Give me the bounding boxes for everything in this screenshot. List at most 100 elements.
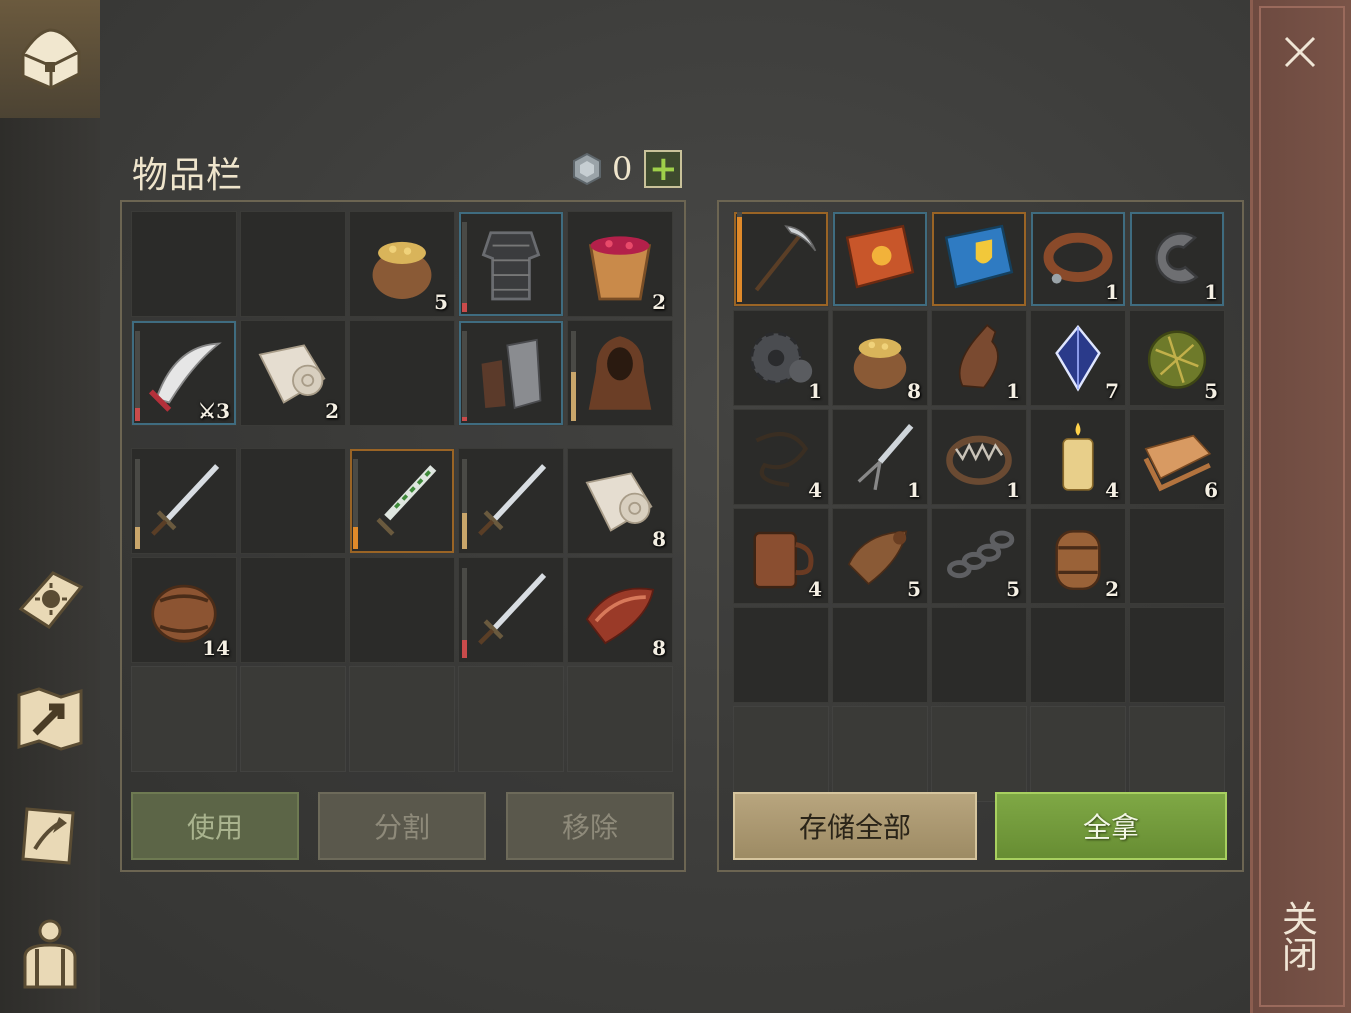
empty-slot[interactable] [240, 448, 346, 554]
longsword-icon [151, 464, 220, 536]
item-slot[interactable]: 5 [349, 211, 455, 317]
item-slot[interactable]: 8 [567, 557, 673, 663]
item-slot[interactable]: 7 [1030, 310, 1126, 406]
item-quantity: 5 [1204, 379, 1218, 403]
item-quantity: 5 [434, 290, 448, 314]
empty-slot[interactable] [349, 666, 455, 772]
poisoned-dagger-icon [376, 465, 437, 536]
item-slot[interactable]: 6 [1129, 409, 1225, 505]
empty-slot[interactable] [1030, 706, 1126, 802]
empty-slot[interactable] [931, 607, 1027, 703]
item-slot[interactable]: 4 [1030, 409, 1126, 505]
item-slot[interactable] [131, 448, 237, 554]
use-button[interactable]: 使用 [131, 792, 299, 860]
armored-gloves-icon [481, 338, 542, 410]
empty-slot[interactable] [1129, 508, 1225, 604]
empty-slot[interactable] [240, 557, 346, 663]
item-slot[interactable]: 4 [733, 409, 829, 505]
durability-bar [462, 331, 467, 421]
empty-slot[interactable] [1030, 607, 1126, 703]
item-quantity: 1 [1006, 478, 1020, 502]
item-slot[interactable]: 8 [567, 448, 673, 554]
item-slot[interactable] [458, 320, 564, 426]
durability-bar [737, 212, 742, 302]
character-icon [23, 919, 77, 989]
item-slot[interactable]: 5 [1129, 310, 1225, 406]
close-bar[interactable] [1250, 0, 1351, 1013]
item-slot[interactable]: 1 [733, 310, 829, 406]
item-slot[interactable]: 2 [1030, 508, 1126, 604]
empty-slot[interactable] [349, 320, 455, 426]
item-slot[interactable] [931, 211, 1027, 307]
container-grid: 1 1 1 8 1 7 5 4 1 1 4 6 4 5 5 2 [733, 211, 1225, 802]
sidebar-tab-storage[interactable] [0, 0, 100, 118]
durability-bar [462, 222, 467, 312]
item-quantity: 2 [1105, 577, 1119, 601]
sidebar-tab-character[interactable] [8, 910, 92, 994]
item-slot[interactable] [567, 320, 673, 426]
take-all-button[interactable]: 全拿 [995, 792, 1227, 860]
longsword-icon [478, 573, 547, 645]
empty-slot[interactable] [1129, 706, 1225, 802]
item-slot[interactable]: 2 [240, 320, 346, 426]
sidebar-tab-quests[interactable] [8, 794, 92, 878]
durability-bar [135, 331, 140, 421]
hooded-cloak-icon [588, 336, 652, 410]
item-slot[interactable]: 1 [931, 310, 1027, 406]
store-all-button[interactable]: 存储全部 [733, 792, 977, 860]
item-quantity: 7 [1105, 379, 1119, 403]
remove-button[interactable]: 移除 [506, 792, 674, 860]
empty-slot[interactable] [131, 666, 237, 772]
chainmail-armor-icon [481, 231, 541, 301]
item-slot[interactable]: 8 [832, 310, 928, 406]
item-slot[interactable] [733, 211, 829, 307]
durability-bar [353, 459, 358, 549]
item-slot[interactable]: 1 [832, 409, 928, 505]
item-quantity: 4 [808, 577, 822, 601]
sidebar-tab-map[interactable] [8, 676, 92, 760]
empty-slot[interactable] [240, 666, 346, 772]
item-slot[interactable] [832, 211, 928, 307]
item-quantity: 5 [1006, 577, 1020, 601]
sidebar-tab-crafting[interactable] [8, 558, 92, 642]
item-slot[interactable]: 1 [1129, 211, 1225, 307]
add-currency-button[interactable]: + [644, 150, 683, 188]
item-slot[interactable]: 4 [733, 508, 829, 604]
close-label[interactable]: 关闭 [1276, 900, 1322, 984]
item-slot[interactable]: ⚔3 [131, 320, 237, 426]
item-slot[interactable] [458, 448, 564, 554]
item-slot[interactable]: 2 [567, 211, 673, 317]
item-quantity: 14 [202, 636, 230, 660]
close-icon[interactable] [1278, 30, 1322, 74]
empty-slot[interactable] [733, 607, 829, 703]
map-icon [17, 687, 83, 751]
empty-slot[interactable] [458, 666, 564, 772]
empty-slot[interactable] [240, 211, 346, 317]
item-slot[interactable] [458, 211, 564, 317]
empty-slot[interactable] [567, 666, 673, 772]
item-slot[interactable] [458, 557, 564, 663]
empty-slot[interactable] [733, 706, 829, 802]
currency-display: 0 + [570, 150, 683, 188]
empty-slot[interactable] [1129, 607, 1225, 703]
item-slot[interactable]: 5 [931, 508, 1027, 604]
empty-slot[interactable] [131, 211, 237, 317]
item-quantity: 4 [1105, 478, 1119, 502]
empty-slot[interactable] [931, 706, 1027, 802]
longsword-icon [478, 464, 547, 536]
item-quantity: 5 [907, 577, 921, 601]
pickaxe-icon [754, 225, 817, 292]
sun-recipe-book-icon [845, 224, 915, 289]
split-button[interactable]: 分割 [318, 792, 486, 860]
item-slot[interactable]: 14 [131, 557, 237, 663]
item-slot[interactable] [349, 448, 455, 554]
empty-slot[interactable] [832, 706, 928, 802]
item-slot[interactable]: 1 [1030, 211, 1126, 307]
item-quantity: 2 [325, 399, 339, 423]
currency-count: 0 [612, 150, 633, 188]
empty-slot[interactable] [832, 607, 928, 703]
item-quantity: 2 [652, 290, 666, 314]
item-slot[interactable]: 1 [931, 409, 1027, 505]
empty-slot[interactable] [349, 557, 455, 663]
item-slot[interactable]: 5 [832, 508, 928, 604]
